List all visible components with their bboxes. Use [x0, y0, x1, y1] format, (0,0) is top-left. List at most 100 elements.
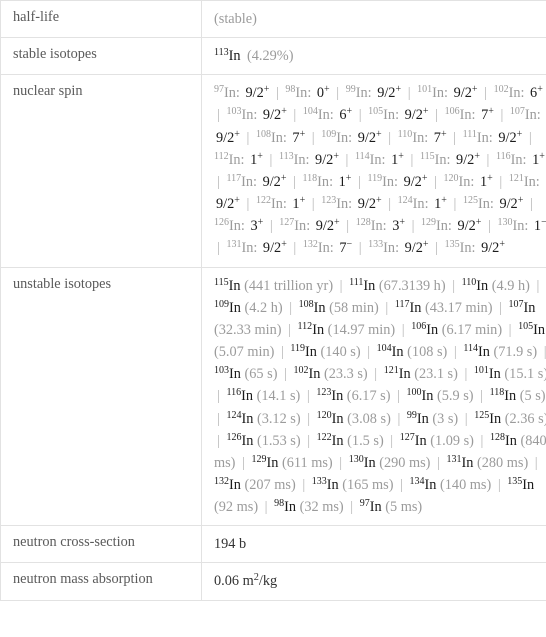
isotope-mass-number: 129 — [251, 453, 267, 465]
isotope-mass-number: 99 — [406, 409, 417, 421]
stable-isotope-abundance: (4.29%) — [243, 48, 294, 65]
nuclear-spin-value: 9/2+ — [315, 150, 339, 168]
isotope-mass-number: 98 — [285, 84, 296, 96]
unstable-isotope-halflife: (58 min) — [325, 299, 379, 316]
row-value-neutron-cross-section: 194 b — [201, 525, 546, 563]
list-separator: | — [339, 454, 343, 471]
list-separator: | — [484, 85, 487, 102]
unstable-isotope: 131In — [446, 453, 474, 471]
isotope-mass-number: 126 — [214, 217, 229, 229]
isotope-properties-table: half-life (stable) stable isotopes 113In… — [0, 0, 546, 601]
nuclear-spin-isotope-label: 115In: — [420, 151, 451, 168]
isotope-symbol: In — [305, 344, 317, 361]
isotope-mass-number: 127 — [279, 217, 295, 229]
list-separator: | — [358, 240, 362, 257]
nuclear-spin-value: 9/2+ — [262, 239, 287, 257]
nuclear-spin-value: 9/2+ — [245, 84, 270, 102]
list-separator: | — [480, 388, 484, 405]
nuclear-spin-isotope-label: 113In: — [279, 151, 310, 168]
list-separator: | — [307, 410, 311, 427]
list-separator: | — [289, 299, 293, 316]
nuclear-spin-value: 1+ — [292, 194, 306, 213]
nuclear-spin-isotope-label: 123In: — [321, 194, 352, 212]
row-label-half-life: half-life — [0, 0, 202, 38]
isotope-mass-number: 129 — [421, 217, 437, 229]
isotope-mass-number: 115 — [214, 276, 229, 288]
isotope-symbol: In: — [293, 151, 310, 168]
row-value-unstable-isotopes: 115In (441 trillion yr) | 111In (67.3139… — [201, 267, 546, 526]
isotope-mass-number: 132 — [302, 239, 318, 251]
isotope-mass-number: 110 — [397, 128, 413, 140]
isotope-mass-number: 131 — [226, 239, 242, 251]
isotope-symbol: In: — [476, 129, 493, 146]
isotope-symbol: In: — [355, 85, 372, 102]
isotope-symbol: In — [476, 277, 489, 294]
list-separator: | — [407, 85, 411, 102]
nuclear-spin-value: 9/2+ — [481, 239, 505, 257]
isotope-mass-number: 133 — [368, 239, 384, 251]
unstable-isotope: 133In — [312, 476, 339, 493]
nuclear-spin-value: 9/2+ — [456, 150, 480, 168]
isotope-mass-number: 119 — [367, 172, 383, 184]
nuclear-spin-isotope-label: 126In: — [214, 217, 245, 235]
isotope-symbol: In — [533, 321, 546, 338]
unstable-isotope-halflife: (290 ms) — [375, 454, 431, 471]
nuclear-spin-value: 1+ — [532, 150, 545, 168]
isotope-mass-number: 108 — [298, 298, 314, 310]
nuclear-spin-value: 1+ — [338, 172, 352, 190]
isotope-mass-number: 121 — [383, 364, 399, 376]
nuclear-spin-parity: + — [234, 194, 240, 206]
isotope-mass-number: 131 — [446, 453, 462, 465]
nuclear-spin-isotope-label: 111In: — [463, 129, 493, 146]
unstable-isotope: 117In — [395, 299, 422, 316]
nuclear-spin-isotope-label: 108In: — [256, 129, 287, 146]
nuclear-spin-parity: − — [346, 239, 353, 251]
isotope-symbol: In — [489, 410, 502, 427]
isotope-symbol: In: — [412, 129, 429, 146]
isotope-symbol: In: — [432, 85, 449, 102]
list-separator: | — [358, 107, 362, 124]
isotope-mass-number: 123 — [321, 194, 337, 206]
isotope-mass-number: 124 — [226, 409, 242, 421]
nuclear-spin-value: 1+ — [391, 150, 404, 168]
isotope-symbol: In: — [524, 107, 541, 124]
list-separator: | — [280, 344, 284, 361]
isotope-symbol: In — [461, 454, 474, 471]
unstable-isotope-halflife: (108 s) — [403, 344, 448, 361]
isotope-symbol: In — [331, 388, 344, 405]
unstable-isotope: 97In — [360, 498, 382, 515]
isotope-symbol: In — [504, 432, 517, 449]
nuclear-spin-value: 9/2+ — [457, 217, 482, 235]
nuclear-spin-parity: + — [441, 194, 447, 206]
nuclear-spin-isotope-label: 131In: — [226, 239, 257, 257]
isotope-mass-number: 121 — [508, 172, 524, 184]
isotope-symbol: In — [426, 321, 439, 338]
nuclear-spin-parity: + — [257, 217, 264, 229]
list-separator: | — [486, 151, 490, 168]
isotope-symbol: In — [414, 432, 427, 449]
nuclear-spin-value: 6+ — [530, 84, 543, 102]
list-separator: | — [217, 410, 220, 427]
isotope-symbol: In — [331, 410, 344, 427]
isotope-mass-number: 132 — [214, 475, 229, 487]
isotope-mass-number: 109 — [321, 128, 337, 140]
list-separator: | — [275, 85, 279, 102]
nuclear-spin-parity: + — [474, 150, 480, 162]
nuclear-spin-parity: + — [345, 172, 352, 184]
isotope-mass-number: 113 — [214, 46, 229, 58]
isotope-mass-number: 107 — [508, 298, 524, 310]
unstable-isotope: 126In — [226, 432, 253, 449]
unstable-isotope-halflife: (1.5 s) — [343, 432, 384, 449]
isotope-mass-number: 100 — [406, 387, 422, 399]
list-separator: | — [293, 173, 296, 190]
row-label-neutron-mass-absorption: neutron mass absorption — [0, 562, 202, 601]
list-separator: | — [358, 173, 361, 190]
nuclear-spin-isotope-label: 99In: — [346, 85, 372, 102]
list-separator: | — [339, 277, 343, 294]
unstable-isotope: 108In — [298, 298, 326, 316]
list-separator: | — [388, 196, 392, 213]
unstable-isotope: 132In — [214, 475, 241, 493]
isotope-mass-number: 116 — [226, 387, 242, 399]
list-separator: | — [397, 410, 401, 427]
list-separator: | — [528, 129, 532, 146]
